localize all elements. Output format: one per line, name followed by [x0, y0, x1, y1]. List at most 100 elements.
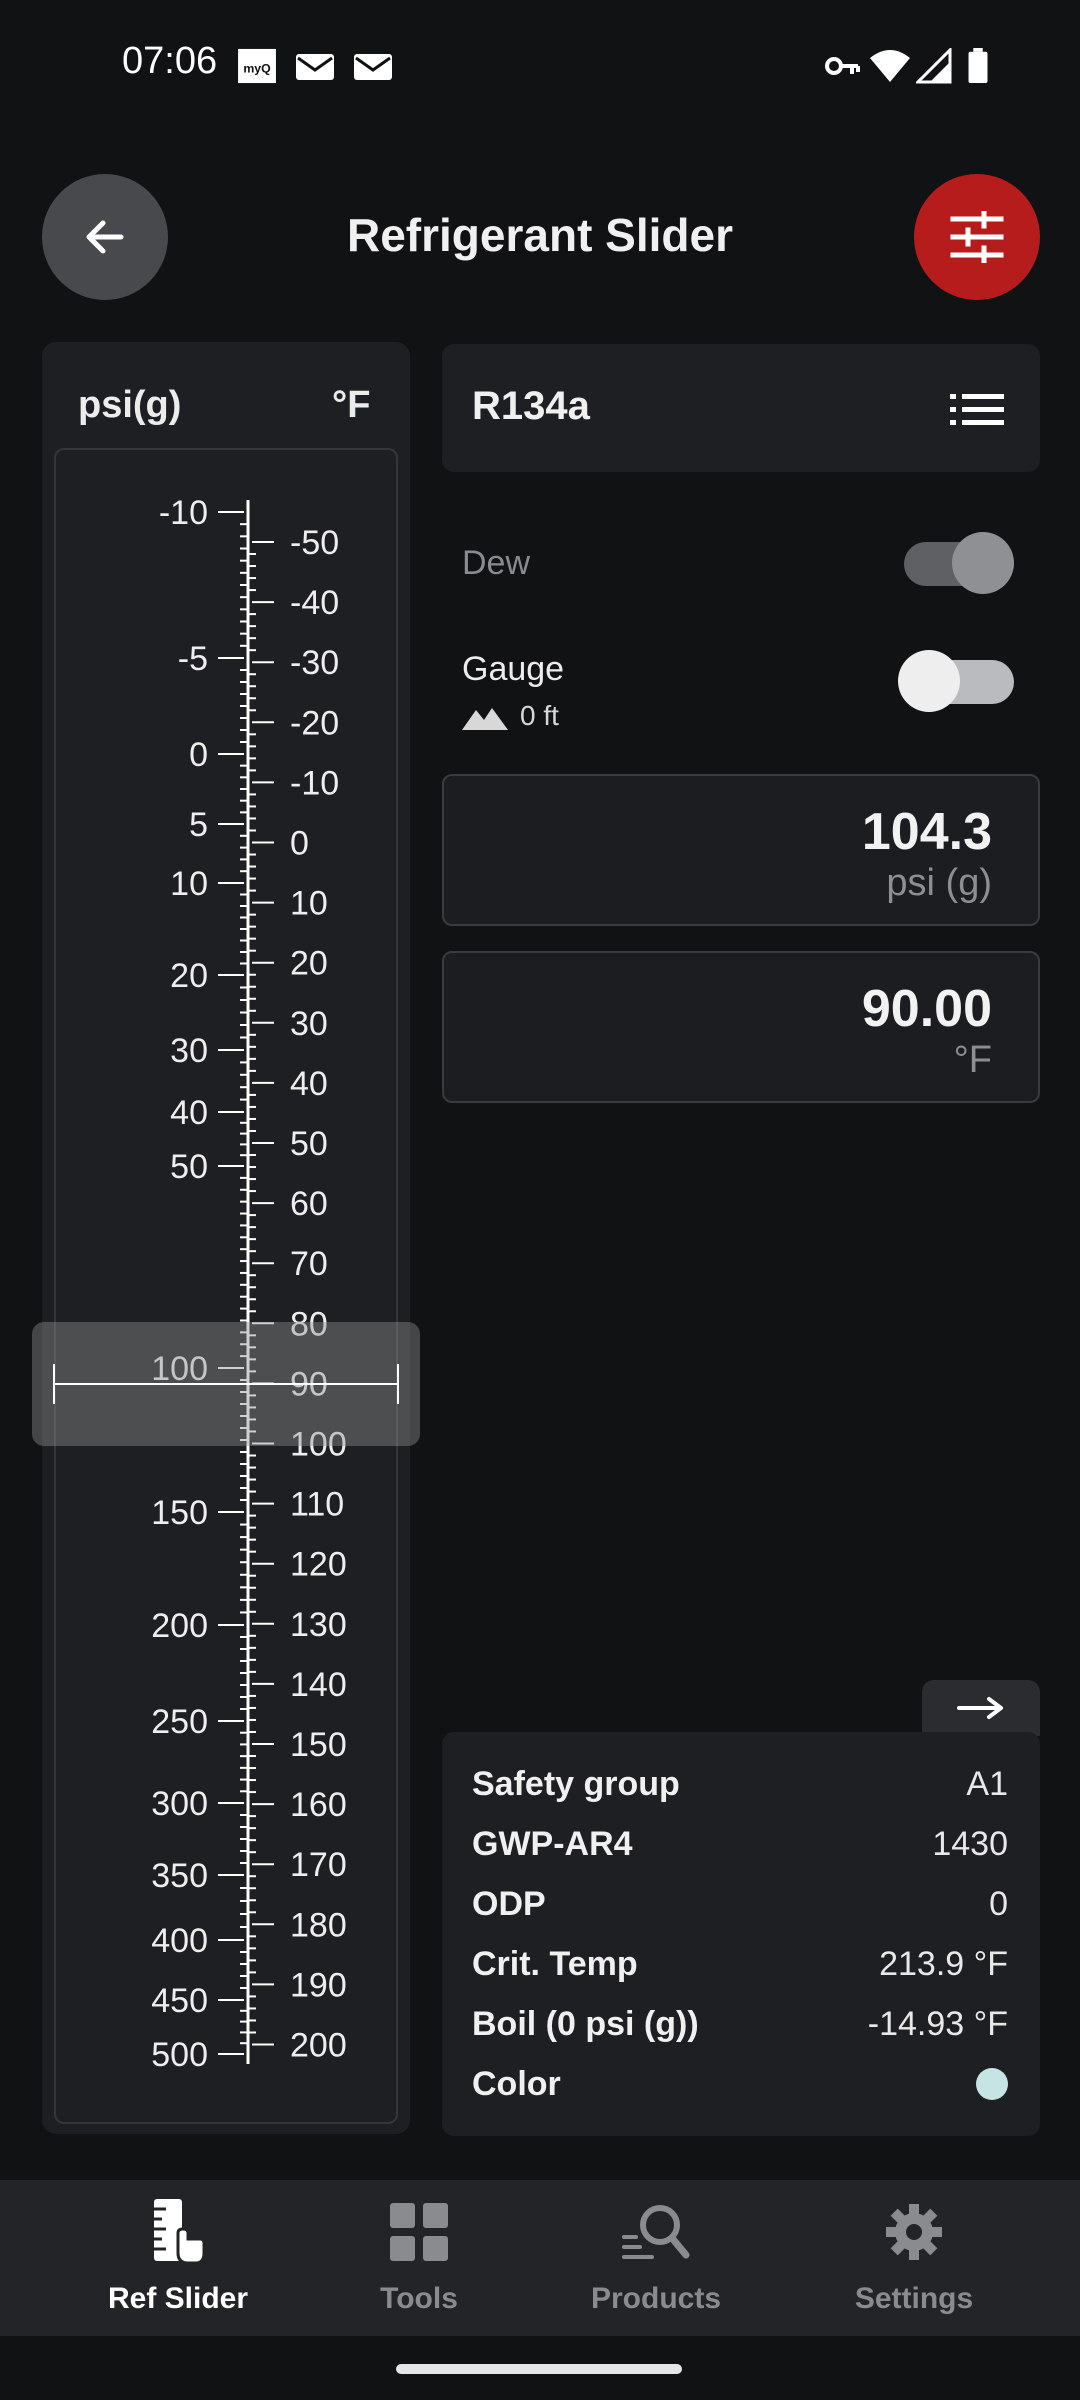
- temp-tick-label: -40: [290, 584, 339, 622]
- nav-label-ref-slider: Ref Slider: [107, 2282, 249, 2315]
- temperature-unit-label: °F: [332, 384, 371, 426]
- temp-tick-label: -20: [290, 704, 339, 742]
- signal-icon: [916, 48, 952, 84]
- refrigerant-color-swatch: [976, 2068, 1008, 2100]
- mail-icon: [296, 54, 334, 80]
- info-row: Safety group A1: [472, 1754, 1008, 1814]
- info-expand-button[interactable]: [922, 1680, 1040, 1736]
- pressure-unit-label: psi(g): [78, 384, 182, 426]
- pressure-tick-label: 350: [151, 1857, 208, 1895]
- dew-toggle-knob: [952, 532, 1014, 594]
- vpn-key-icon: [825, 57, 860, 75]
- nav-products[interactable]: Products: [556, 2196, 756, 2316]
- temp-tick-label: 60: [290, 1185, 328, 1223]
- temp-tick-label: 50: [290, 1125, 328, 1163]
- info-key: Color: [472, 2064, 561, 2103]
- nav-label-products: Products: [590, 2282, 722, 2315]
- temp-tick-label: 120: [290, 1546, 347, 1584]
- ruler-hand-icon: [154, 2199, 206, 2265]
- pressure-tick-label: 40: [170, 1094, 208, 1132]
- pressure-value: 104.3: [861, 803, 992, 861]
- temperature-field[interactable]: 90.00 °F: [442, 951, 1040, 1103]
- refrigerant-name: R134a: [472, 384, 590, 428]
- nav-settings[interactable]: Settings: [814, 2196, 1014, 2316]
- mountain-icon: [462, 708, 508, 730]
- temp-tick-label: 70: [290, 1245, 328, 1283]
- info-row: Color: [472, 2054, 1008, 2114]
- home-indicator: [396, 2364, 682, 2374]
- temp-tick-label: 30: [290, 1005, 328, 1043]
- pressure-tick-label: 0: [189, 736, 208, 774]
- nav-ref-slider[interactable]: Ref Slider: [78, 2196, 278, 2316]
- battery-icon: [968, 48, 988, 84]
- pressure-tick-label: 150: [151, 1494, 208, 1532]
- info-row: Crit. Temp 213.9 °F: [472, 1934, 1008, 1994]
- myq-icon: myQ: [238, 48, 276, 84]
- gear-icon: [886, 2204, 942, 2260]
- gauge-label: Gauge: [462, 650, 565, 688]
- svg-text:myQ: myQ: [243, 62, 271, 76]
- info-row: GWP-AR4 1430: [472, 1814, 1008, 1874]
- info-key: Crit. Temp: [472, 1944, 638, 1983]
- slider-settings-button[interactable]: [914, 174, 1040, 300]
- pressure-tick-label: 10: [170, 865, 208, 903]
- selector-crosshair: [53, 1364, 399, 1404]
- temp-tick-label: 160: [290, 1786, 347, 1824]
- info-value: 0: [989, 1884, 1008, 1923]
- pt-scale[interactable]: -10-505102030405010015020025030035040045…: [54, 448, 398, 2124]
- temp-tick-label: 150: [290, 1726, 347, 1764]
- info-row: Boil (0 psi (g)) -14.93 °F: [472, 1994, 1008, 2054]
- temp-tick-label: 170: [290, 1846, 347, 1884]
- temp-tick-label: 140: [290, 1666, 347, 1704]
- temp-tick-label: 200: [290, 2027, 347, 2065]
- search-icon: [622, 2205, 690, 2259]
- pressure-tick-label: 200: [151, 1607, 208, 1645]
- nav-label-tools: Tools: [380, 2282, 458, 2315]
- gauge-toggle-knob: [898, 650, 960, 712]
- pressure-tick-label: 30: [170, 1032, 208, 1070]
- temp-tick-label: 20: [290, 945, 328, 983]
- info-key: Boil (0 psi (g)): [472, 2004, 699, 2043]
- temp-tick-label: 190: [290, 1966, 347, 2004]
- temperature-value: 90.00: [861, 980, 992, 1038]
- pressure-tick-label: -5: [178, 640, 208, 678]
- pressure-tick-label: 500: [151, 2036, 208, 2074]
- altitude-value: 0 ft: [520, 700, 559, 731]
- arrow-right-icon: [957, 1697, 1003, 1719]
- pressure-tick-label: 20: [170, 957, 208, 995]
- pressure-tick-label: 50: [170, 1148, 208, 1186]
- temp-tick-label: -30: [290, 644, 339, 682]
- nav-label-settings: Settings: [854, 2282, 974, 2315]
- pressure-tick-label: -10: [159, 494, 208, 532]
- temp-tick-label: 10: [290, 885, 328, 923]
- sliders-icon: [950, 211, 1004, 263]
- mail-icon: [354, 54, 392, 80]
- info-value: -14.93 °F: [867, 2004, 1008, 2043]
- info-value: 213.9 °F: [879, 1944, 1008, 1983]
- wifi-icon: [870, 50, 910, 82]
- info-key: Safety group: [472, 1764, 680, 1803]
- pressure-tick-label: 400: [151, 1922, 208, 1960]
- temp-tick-label: 130: [290, 1606, 347, 1644]
- info-row: ODP 0: [472, 1874, 1008, 1934]
- temp-tick-label: 180: [290, 1906, 347, 1944]
- info-key: GWP-AR4: [472, 1824, 633, 1863]
- temp-tick-label: -50: [290, 524, 339, 562]
- temperature-unit: °F: [953, 1039, 992, 1081]
- pressure-field[interactable]: 104.3 psi (g): [442, 774, 1040, 926]
- grid-icon: [390, 2203, 448, 2261]
- pressure-tick-label: 450: [151, 1982, 208, 2020]
- slider-selector[interactable]: [32, 1322, 420, 1446]
- pressure-tick-label: 300: [151, 1785, 208, 1823]
- info-key: ODP: [472, 1884, 546, 1923]
- info-value: 1430: [932, 1824, 1008, 1863]
- temp-tick-label: 110: [290, 1486, 344, 1524]
- nav-tools[interactable]: Tools: [319, 2196, 519, 2316]
- temp-tick-label: 40: [290, 1065, 328, 1103]
- list-icon[interactable]: [950, 390, 1004, 430]
- status-time: 07:06: [122, 40, 218, 82]
- pressure-tick-label: 5: [189, 806, 208, 844]
- info-value: A1: [966, 1764, 1008, 1803]
- pressure-tick-label: 250: [151, 1703, 208, 1741]
- temp-tick-label: 0: [290, 825, 309, 863]
